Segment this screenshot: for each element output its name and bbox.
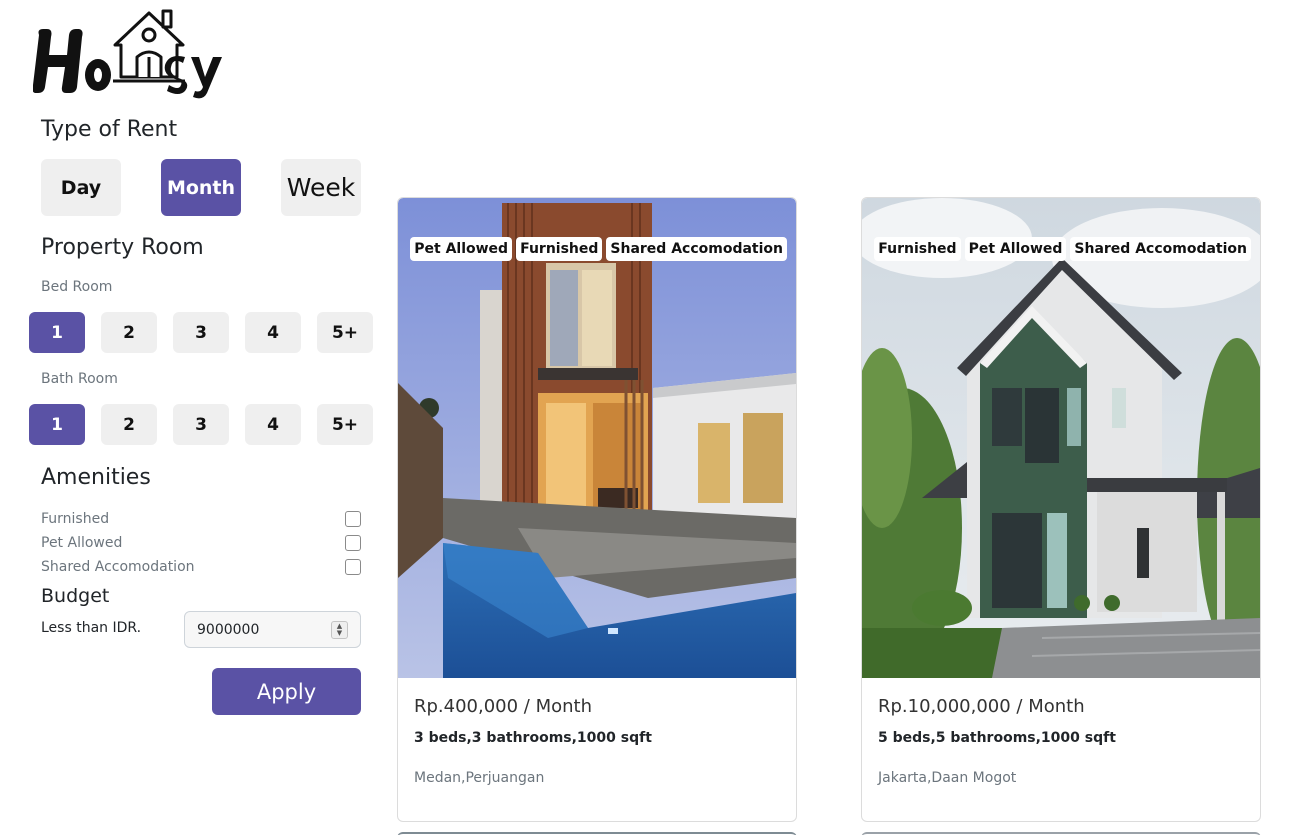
amenity-pet-allowed-label: Pet Allowed	[41, 535, 123, 551]
tag-badge: Furnished	[874, 237, 961, 261]
bath-room-option-3[interactable]: 3	[173, 404, 229, 445]
bed-room-option-4[interactable]: 4	[245, 312, 301, 353]
amenities-title: Amenities	[41, 465, 151, 490]
type-of-rent-title: Type of Rent	[41, 117, 178, 142]
tag-badge: Shared Accomodation	[1070, 237, 1251, 261]
bed-room-option-1[interactable]: 1	[29, 312, 85, 353]
budget-title: Budget	[41, 585, 110, 607]
amenity-shared-accomodation-label: Shared Accomodation	[41, 559, 195, 575]
listing-location: Medan,Perjuangan	[414, 770, 545, 786]
amenity-furnished-label: Furnished	[41, 511, 110, 527]
tag-badge: Pet Allowed	[964, 237, 1067, 261]
listing-card[interactable]: Pet Allowed Furnished Shared Accomodatio…	[397, 197, 797, 822]
rent-month-button[interactable]: Month	[161, 159, 241, 216]
listing-price: Rp.400,000 / Month	[414, 696, 593, 717]
amenity-pet-allowed-checkbox[interactable]	[345, 535, 361, 551]
bed-room-label: Bed Room	[41, 279, 113, 295]
listing-tags: Furnished Pet Allowed Shared Accomodatio…	[874, 237, 1251, 261]
spinner-down-icon[interactable]: ▼	[337, 630, 342, 637]
listing-card[interactable]: Furnished Pet Allowed Shared Accomodatio…	[861, 197, 1261, 822]
bed-room-option-5plus[interactable]: 5+	[317, 312, 373, 353]
rent-day-button[interactable]: Day	[41, 159, 121, 216]
listing-price: Rp.10,000,000 / Month	[878, 696, 1085, 717]
filter-sidebar: Type of Rent Day Month Week Property Roo…	[0, 0, 390, 835]
bath-room-option-2[interactable]: 2	[101, 404, 157, 445]
budget-input[interactable]: 9000000 ▲ ▼	[184, 611, 361, 648]
property-room-title: Property Room	[41, 235, 204, 260]
apply-button[interactable]: Apply	[212, 668, 361, 715]
listing-location: Jakarta,Daan Mogot	[878, 770, 1017, 786]
bath-room-option-4[interactable]: 4	[245, 404, 301, 445]
bed-room-option-2[interactable]: 2	[101, 312, 157, 353]
amenity-shared-accomodation-checkbox[interactable]	[345, 559, 361, 575]
tag-badge: Pet Allowed	[410, 237, 513, 261]
tag-badge: Furnished	[516, 237, 603, 261]
bath-room-label: Bath Room	[41, 371, 118, 387]
page: Type of Rent Day Month Week Property Roo…	[0, 0, 1295, 835]
listing-specs: 5 beds,5 bathrooms,1000 sqft	[878, 730, 1116, 746]
amenity-furnished-checkbox[interactable]	[345, 511, 361, 527]
budget-label: Less than IDR.	[41, 620, 142, 636]
budget-value: 9000000	[197, 621, 260, 638]
listing-tags: Pet Allowed Furnished Shared Accomodatio…	[410, 237, 787, 261]
number-spinner[interactable]: ▲ ▼	[331, 621, 348, 639]
bed-room-option-3[interactable]: 3	[173, 312, 229, 353]
bath-room-option-1[interactable]: 1	[29, 404, 85, 445]
tag-badge: Shared Accomodation	[606, 237, 787, 261]
listing-image[interactable]	[398, 198, 796, 678]
rent-week-button[interactable]: Week	[281, 159, 361, 216]
listing-specs: 3 beds,3 bathrooms,1000 sqft	[414, 730, 652, 746]
bath-room-option-5plus[interactable]: 5+	[317, 404, 373, 445]
listing-image[interactable]	[862, 198, 1260, 678]
